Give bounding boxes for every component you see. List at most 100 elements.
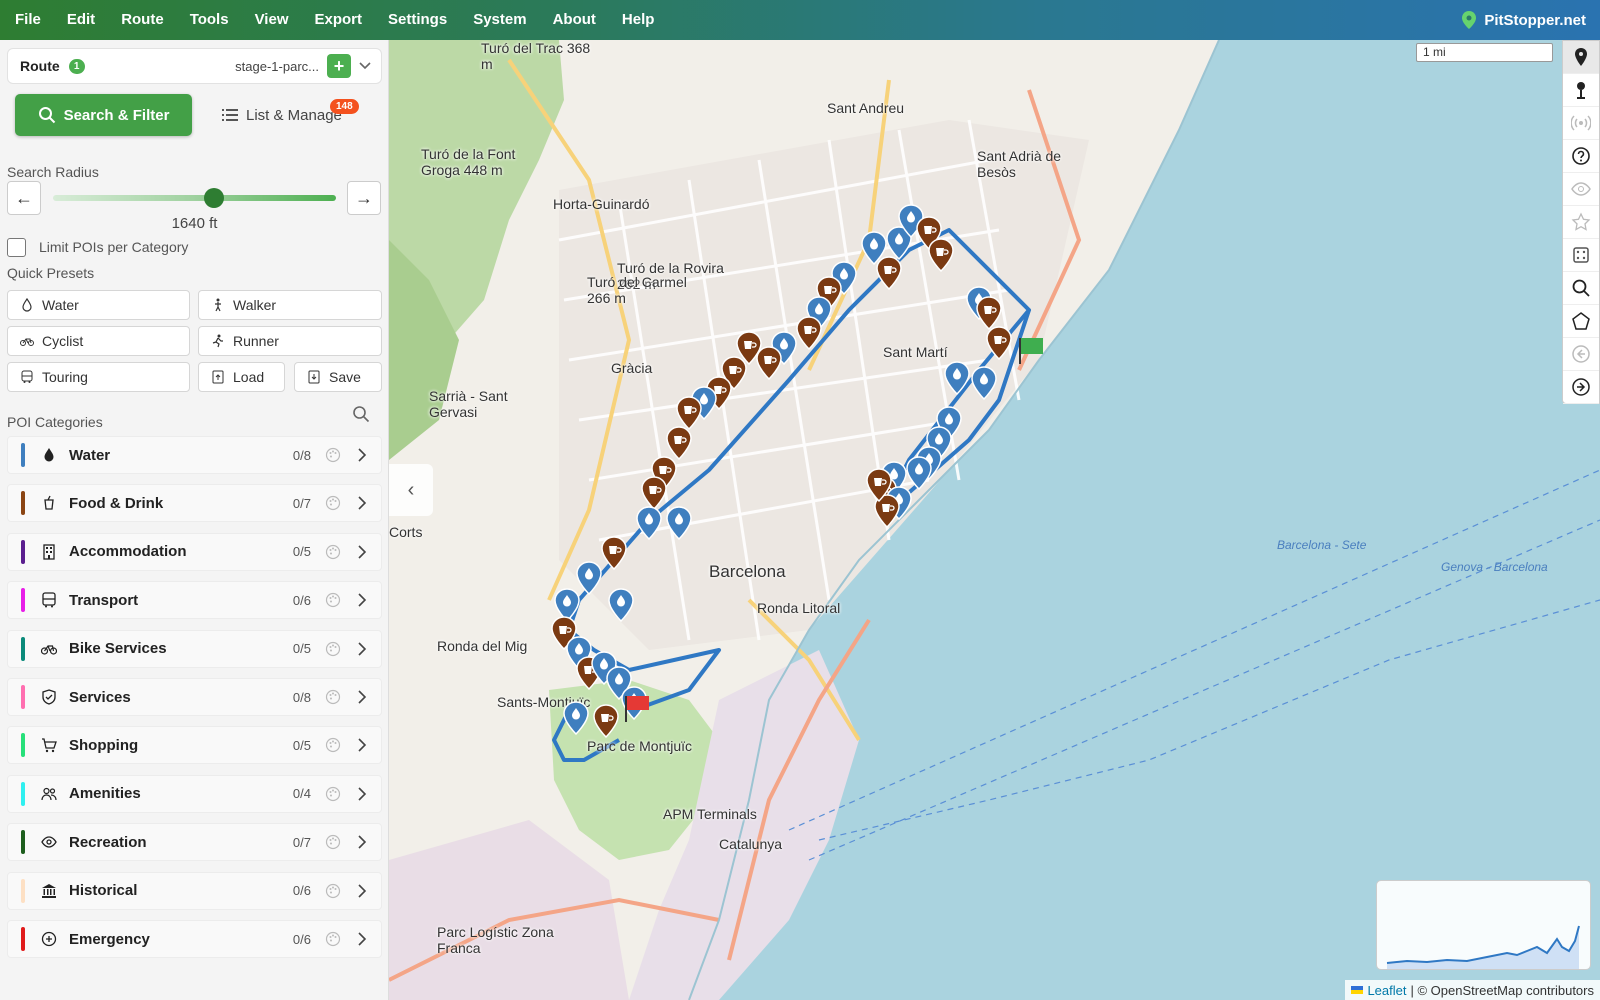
palette-icon[interactable] <box>325 641 341 657</box>
chevron-right-icon[interactable] <box>357 835 367 849</box>
chevron-right-icon[interactable] <box>357 738 367 752</box>
category-row-bike-services[interactable]: Bike Services 0/5 <box>7 629 382 668</box>
brand[interactable]: PitStopper.net <box>1462 0 1586 40</box>
category-row-amenities[interactable]: Amenities 0/4 <box>7 774 382 813</box>
back-tool[interactable] <box>1563 338 1599 371</box>
menu-file[interactable]: File <box>0 0 54 40</box>
chevron-right-icon[interactable] <box>357 932 367 946</box>
category-row-shopping[interactable]: Shopping 0/5 <box>7 726 382 765</box>
chevron-right-icon[interactable] <box>357 593 367 607</box>
palette-icon[interactable] <box>325 689 341 705</box>
elevation-profile[interactable] <box>1376 880 1591 970</box>
route-name[interactable]: stage-1-parc... <box>235 59 319 74</box>
chevron-right-icon[interactable] <box>357 642 367 656</box>
category-row-recreation[interactable]: Recreation 0/7 <box>7 823 382 862</box>
menu-view[interactable]: View <box>242 0 302 40</box>
palette-icon[interactable] <box>325 447 341 463</box>
map-view[interactable]: Barcelona Sant Andreu Sant Adrià de Besòs H… <box>389 40 1600 1000</box>
palette-icon[interactable] <box>325 786 341 802</box>
category-row-accommodation[interactable]: Accommodation 0/5 <box>7 532 382 571</box>
chevron-right-icon[interactable] <box>357 787 367 801</box>
food-poi-marker[interactable] <box>601 536 627 570</box>
chevron-right-icon[interactable] <box>357 884 367 898</box>
food-poi-marker[interactable] <box>866 468 892 502</box>
preset-water[interactable]: Water <box>7 290 190 320</box>
start-flag-icon[interactable] <box>623 694 651 724</box>
chevron-right-icon[interactable] <box>357 496 367 510</box>
food-poi-marker[interactable] <box>641 476 667 510</box>
limit-pois-checkbox[interactable] <box>7 238 26 257</box>
preset-walker[interactable]: Walker <box>198 290 382 320</box>
menu-edit[interactable]: Edit <box>54 0 108 40</box>
palette-icon[interactable] <box>325 544 341 560</box>
water-poi-marker[interactable] <box>944 361 970 395</box>
food-poi-marker[interactable] <box>796 316 822 350</box>
polygon-tool[interactable] <box>1563 305 1599 338</box>
collapse-sidebar-button[interactable]: ‹ <box>389 464 433 516</box>
category-name: Services <box>69 688 131 706</box>
food-poi-marker[interactable] <box>676 396 702 430</box>
forward-icon <box>1572 378 1590 396</box>
water-poi-marker[interactable] <box>906 456 932 490</box>
palette-icon[interactable] <box>325 737 341 753</box>
radio-tool[interactable] <box>1563 107 1599 140</box>
menu-route[interactable]: Route <box>108 0 177 40</box>
food-poi-marker[interactable] <box>928 238 954 272</box>
category-row-food-drink[interactable]: Food & Drink 0/7 <box>7 484 382 523</box>
category-row-historical[interactable]: Historical 0/6 <box>7 871 382 910</box>
category-row-water[interactable]: Water 0/8 <box>7 436 382 474</box>
menu-help[interactable]: Help <box>609 0 668 40</box>
search-tool[interactable] <box>1563 272 1599 305</box>
slider-thumb[interactable] <box>204 188 225 208</box>
leaflet-link[interactable]: Leaflet <box>1367 983 1406 998</box>
palette-icon[interactable] <box>325 592 341 608</box>
radius-decrease-button[interactable]: ← <box>7 181 41 215</box>
food-poi-marker[interactable] <box>666 426 692 460</box>
water-poi-marker[interactable] <box>563 701 589 735</box>
route-selector[interactable]: Route 1 stage-1-parc... + <box>7 48 382 84</box>
food-poi-marker[interactable] <box>976 296 1002 330</box>
water-poi-marker[interactable] <box>971 366 997 400</box>
help-tool[interactable] <box>1563 140 1599 173</box>
help-icon <box>1572 147 1590 165</box>
forward-tool[interactable] <box>1563 371 1599 404</box>
load-preset-button[interactable]: Load <box>198 362 285 392</box>
finish-flag-icon[interactable] <box>1017 336 1045 366</box>
palette-icon[interactable] <box>325 931 341 947</box>
palette-icon[interactable] <box>325 495 341 511</box>
random-tool[interactable] <box>1563 239 1599 272</box>
food-poi-marker[interactable] <box>876 256 902 290</box>
menu-export[interactable]: Export <box>302 0 376 40</box>
chevron-down-icon[interactable] <box>359 62 371 70</box>
search-radius-slider[interactable] <box>53 188 336 208</box>
chevron-right-icon[interactable] <box>357 545 367 559</box>
food-poi-marker[interactable] <box>593 704 619 738</box>
chevron-right-icon[interactable] <box>357 448 367 462</box>
map-pin-tool[interactable] <box>1563 41 1599 74</box>
save-preset-button[interactable]: Save <box>294 362 382 392</box>
menu-settings[interactable]: Settings <box>375 0 460 40</box>
water-poi-marker[interactable] <box>608 588 634 622</box>
preset-touring[interactable]: Touring <box>7 362 190 392</box>
category-row-services[interactable]: Services 0/8 <box>7 678 382 716</box>
pushpin-tool[interactable] <box>1563 74 1599 107</box>
water-poi-marker[interactable] <box>666 506 692 540</box>
menu-system[interactable]: System <box>460 0 539 40</box>
radius-increase-button[interactable]: → <box>347 181 381 215</box>
category-row-emergency[interactable]: Emergency 0/6 <box>7 920 382 958</box>
visibility-tool[interactable] <box>1563 173 1599 206</box>
chevron-right-icon[interactable] <box>357 690 367 704</box>
add-route-button[interactable]: + <box>327 54 351 78</box>
menu-tools[interactable]: Tools <box>177 0 242 40</box>
food-poi-marker[interactable] <box>986 326 1012 360</box>
menu-about[interactable]: About <box>540 0 609 40</box>
preset-runner[interactable]: Runner <box>198 326 382 356</box>
preset-cyclist[interactable]: Cyclist <box>7 326 190 356</box>
favorites-tool[interactable] <box>1563 206 1599 239</box>
water-poi-marker[interactable] <box>636 506 662 540</box>
palette-icon[interactable] <box>325 834 341 850</box>
palette-icon[interactable] <box>325 883 341 899</box>
category-row-transport[interactable]: Transport 0/6 <box>7 581 382 620</box>
search-icon[interactable] <box>352 405 370 423</box>
tab-search-filter[interactable]: Search & Filter <box>15 94 192 136</box>
